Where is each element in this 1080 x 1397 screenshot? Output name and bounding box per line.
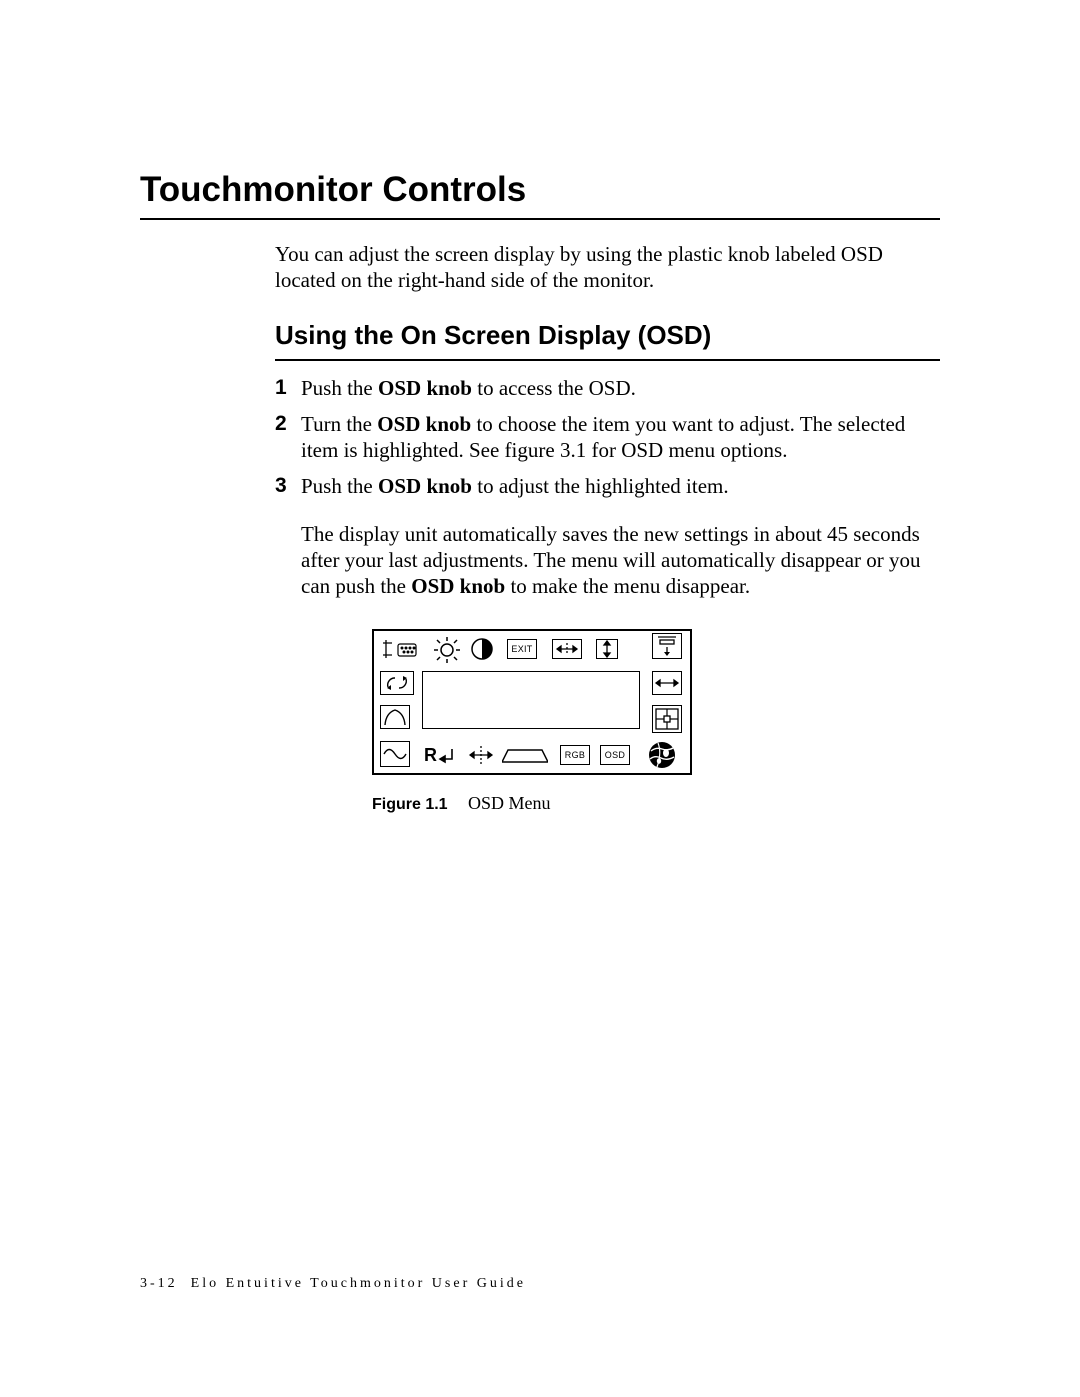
step-2-bold: OSD knob bbox=[377, 412, 471, 436]
contrast-icon bbox=[470, 637, 494, 661]
figure-caption: Figure 1.1 OSD Menu bbox=[372, 793, 940, 814]
page-footer: 3-12 Elo Entuitive Touchmonitor User Gui… bbox=[140, 1276, 526, 1292]
steps-list: Push the OSD knob to access the OSD. Tur… bbox=[275, 375, 940, 500]
rgb-button: RGB bbox=[560, 745, 590, 765]
h-size-icon bbox=[652, 671, 682, 695]
after-bold: OSD knob bbox=[411, 574, 505, 598]
pincushion-icon bbox=[380, 705, 410, 729]
step-3-post: to adjust the highlighted item. bbox=[472, 474, 729, 498]
osd-display-area bbox=[422, 671, 640, 729]
page-number: 3-12 bbox=[140, 1276, 178, 1291]
h-position-icon bbox=[552, 639, 582, 659]
step-2: Turn the OSD knob to choose the item you… bbox=[275, 411, 940, 464]
intro-paragraph: You can adjust the screen display by usi… bbox=[275, 241, 940, 294]
step-2-pre: Turn the bbox=[301, 412, 377, 436]
after-post: to make the menu disappear. bbox=[505, 574, 750, 598]
signal-port-icon bbox=[380, 637, 420, 663]
step-3-bold: OSD knob bbox=[378, 474, 472, 498]
step-1: Push the OSD knob to access the OSD. bbox=[275, 375, 940, 401]
osd-button: OSD bbox=[600, 745, 630, 765]
exit-label: EXIT bbox=[511, 644, 532, 654]
converge-icon bbox=[468, 743, 494, 767]
figure-caption-text: OSD Menu bbox=[468, 793, 551, 813]
subsection-title: Using the On Screen Display (OSD) bbox=[275, 320, 940, 351]
recall-r: R bbox=[424, 745, 437, 765]
document-page: Touchmonitor Controls You can adjust the… bbox=[0, 0, 1080, 1397]
step-1-pre: Push the bbox=[301, 376, 378, 400]
step-1-post: to access the OSD. bbox=[472, 376, 636, 400]
globe-icon bbox=[646, 739, 678, 771]
v-size-icon bbox=[652, 633, 682, 659]
step-1-bold: OSD knob bbox=[378, 376, 472, 400]
after-steps-paragraph: The display unit automatically saves the… bbox=[301, 521, 940, 600]
figure-label: Figure 1.1 bbox=[372, 796, 448, 813]
moire-icon bbox=[380, 741, 410, 767]
brightness-icon bbox=[432, 635, 462, 665]
footer-title: Elo Entuitive Touchmonitor User Guide bbox=[191, 1276, 526, 1291]
rotation-icon bbox=[380, 671, 414, 695]
rgb-label: RGB bbox=[565, 750, 585, 760]
trapezoid-icon bbox=[502, 747, 548, 765]
step-3: Push the OSD knob to adjust the highligh… bbox=[275, 473, 940, 499]
osd-label: OSD bbox=[605, 750, 625, 760]
osd-menu-figure: EXIT bbox=[372, 629, 692, 775]
recall-icon: R bbox=[422, 743, 458, 767]
section-title: Touchmonitor Controls bbox=[140, 170, 940, 210]
v-position-icon bbox=[596, 639, 618, 659]
subsection-rule bbox=[275, 359, 940, 361]
section-rule bbox=[140, 218, 940, 220]
exit-button: EXIT bbox=[507, 639, 537, 659]
figure-wrap: EXIT bbox=[372, 629, 940, 814]
step-3-pre: Push the bbox=[301, 474, 378, 498]
center-icon bbox=[652, 705, 682, 733]
